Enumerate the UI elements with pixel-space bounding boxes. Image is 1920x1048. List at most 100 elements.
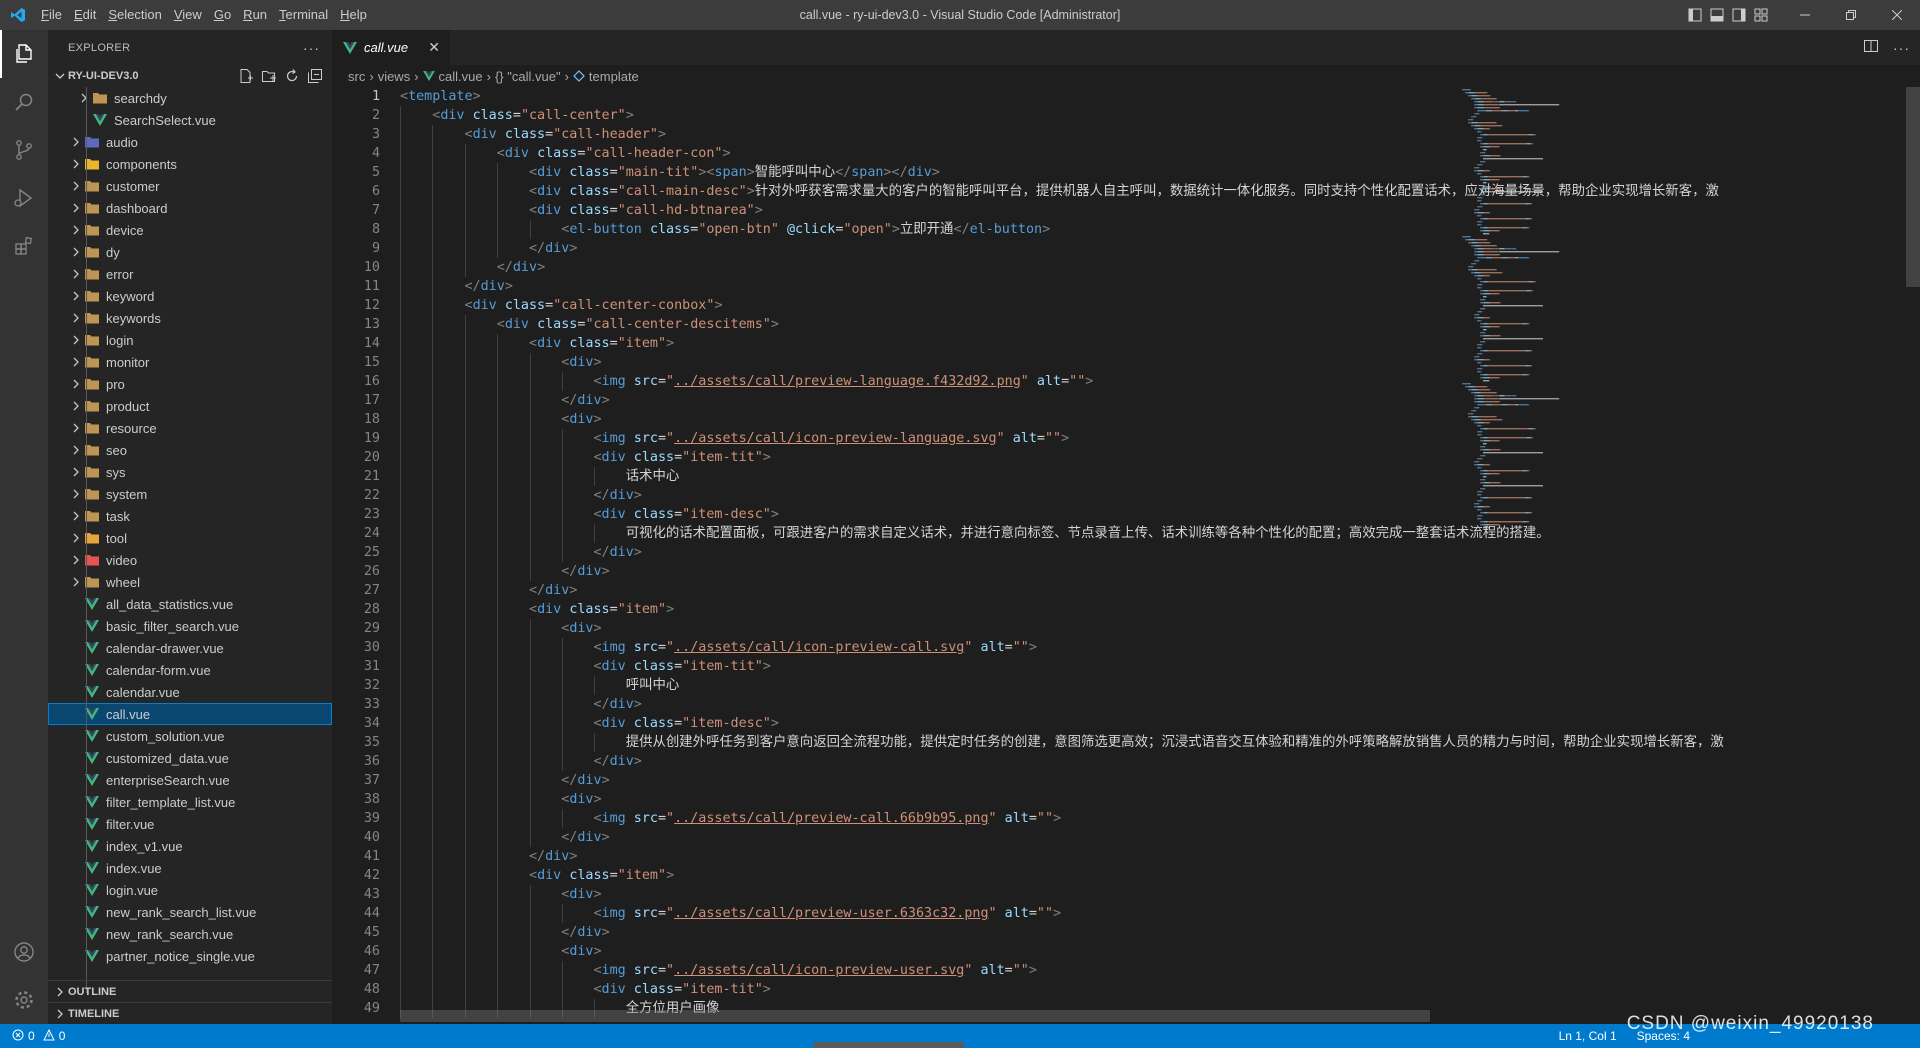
accounts-icon[interactable] — [0, 928, 48, 976]
file-item[interactable]: filter_template_list.vue — [48, 791, 332, 813]
restore-button[interactable] — [1828, 0, 1874, 30]
file-item[interactable]: basic_filter_search.vue — [48, 615, 332, 637]
file-item[interactable]: enterpriseSearch.vue — [48, 769, 332, 791]
folder-item[interactable]: monitor — [48, 351, 332, 373]
folder-item[interactable]: dy — [48, 241, 332, 263]
outline-section-header[interactable]: OUTLINE — [48, 980, 332, 1002]
file-item[interactable]: filter.vue — [48, 813, 332, 835]
file-item[interactable]: SearchSelect.vue — [48, 109, 332, 131]
breadcrumb-item[interactable]: template — [573, 69, 639, 84]
menu-help[interactable]: Help — [334, 0, 373, 30]
explorer-icon[interactable] — [0, 30, 48, 78]
vertical-scrollbar[interactable] — [1906, 87, 1920, 1024]
minimap-token — [1488, 497, 1489, 499]
file-item[interactable]: login.vue — [48, 879, 332, 901]
minimap-token — [1483, 524, 1485, 526]
indent-guide — [464, 353, 466, 372]
menu-terminal[interactable]: Terminal — [273, 0, 334, 30]
minimap-token — [1471, 263, 1473, 265]
folder-item[interactable]: audio — [48, 131, 332, 153]
toggle-panel-icon[interactable] — [1706, 0, 1728, 30]
folder-item[interactable]: sys — [48, 461, 332, 483]
folder-item[interactable]: task — [48, 505, 332, 527]
new-folder-icon[interactable] — [260, 67, 278, 85]
folder-item[interactable]: seo — [48, 439, 332, 461]
minimize-button[interactable] — [1782, 0, 1828, 30]
folder-item[interactable]: product — [48, 395, 332, 417]
folder-item[interactable]: login — [48, 329, 332, 351]
toggle-secondary-sidebar-icon[interactable] — [1728, 0, 1750, 30]
minimap[interactable] — [1462, 87, 1577, 547]
menu-file[interactable]: File — [35, 0, 68, 30]
file-item[interactable]: custom_solution.vue — [48, 725, 332, 747]
breadcrumb-item[interactable]: src — [348, 69, 365, 84]
file-item[interactable]: all_data_statistics.vue — [48, 593, 332, 615]
folder-item[interactable]: video — [48, 549, 332, 571]
breadcrumb-item[interactable]: {} "call.vue" — [495, 69, 561, 84]
folder-item[interactable]: device — [48, 219, 332, 241]
indent-guide — [529, 980, 531, 999]
folder-item[interactable]: wheel — [48, 571, 332, 593]
folder-item[interactable]: keyword — [48, 285, 332, 307]
file-item[interactable]: new_rank_search.vue — [48, 923, 332, 945]
run-debug-icon[interactable] — [0, 174, 48, 222]
folder-item[interactable]: pro — [48, 373, 332, 395]
file-item[interactable]: calendar-form.vue — [48, 659, 332, 681]
file-item[interactable]: calendar.vue — [48, 681, 332, 703]
close-tab-icon[interactable]: ✕ — [428, 39, 440, 56]
minimap-token — [1474, 386, 1487, 388]
minimap-token — [1477, 215, 1478, 217]
folder-item[interactable]: resource — [48, 417, 332, 439]
menu-go[interactable]: Go — [208, 0, 237, 30]
split-editor-icon[interactable] — [1863, 38, 1879, 57]
new-file-icon[interactable] — [237, 67, 255, 85]
timeline-section-header[interactable]: TIMELINE — [48, 1002, 332, 1024]
file-item[interactable]: new_rank_search_list.vue — [48, 901, 332, 923]
search-icon[interactable] — [0, 78, 48, 126]
refresh-icon[interactable] — [283, 67, 301, 85]
code-token: </ — [593, 545, 610, 560]
toggle-sidebar-icon[interactable] — [1684, 0, 1706, 30]
folder-item[interactable]: error — [48, 263, 332, 285]
breadcrumb-item[interactable]: call.vue — [422, 69, 483, 84]
folder-item[interactable]: searchdy — [48, 87, 332, 109]
settings-gear-icon[interactable] — [0, 976, 48, 1024]
folder-item[interactable]: components — [48, 153, 332, 175]
breadcrumb-item[interactable]: views — [378, 69, 411, 84]
file-item[interactable]: index_v1.vue — [48, 835, 332, 857]
minimap-token — [1489, 290, 1525, 292]
file-item[interactable]: partner_notice_single.vue — [48, 945, 332, 967]
explorer-more-button[interactable]: ··· — [303, 40, 320, 56]
folder-item[interactable]: keywords — [48, 307, 332, 329]
folder-item[interactable]: system — [48, 483, 332, 505]
project-section-header[interactable]: RY-UI-DEV3.0 — [48, 65, 332, 87]
customize-layout-icon[interactable] — [1750, 0, 1772, 30]
code-token: div — [537, 165, 562, 180]
minimap-token — [1477, 518, 1478, 520]
tab-call-vue[interactable]: call.vue ✕ — [332, 30, 450, 65]
minimap-token — [1496, 392, 1498, 394]
file-item[interactable]: calendar-drawer.vue — [48, 637, 332, 659]
source-control-icon[interactable] — [0, 126, 48, 174]
menu-selection[interactable]: Selection — [102, 0, 167, 30]
minimap-token — [1474, 407, 1476, 409]
vertical-scroll-thumb[interactable] — [1906, 87, 1920, 287]
horizontal-scrollbar[interactable] — [400, 1010, 1430, 1022]
folder-item[interactable]: tool — [48, 527, 332, 549]
indent-guide — [432, 733, 434, 752]
folder-item[interactable]: customer — [48, 175, 332, 197]
collapse-all-icon[interactable] — [306, 67, 324, 85]
indent-guide — [562, 372, 563, 391]
file-item[interactable]: call.vue — [48, 703, 332, 725]
problems-indicator[interactable]: 0 0 — [0, 1028, 65, 1044]
close-window-button[interactable] — [1874, 0, 1920, 30]
file-item[interactable]: index.vue — [48, 857, 332, 879]
menu-run[interactable]: Run — [237, 0, 273, 30]
cursor-position[interactable]: Ln 1, Col 1 — [1559, 1029, 1617, 1043]
file-item[interactable]: customized_data.vue — [48, 747, 332, 769]
folder-item[interactable]: dashboard — [48, 197, 332, 219]
extensions-icon[interactable] — [0, 222, 48, 270]
more-actions-icon[interactable]: ··· — [1893, 40, 1910, 56]
menu-edit[interactable]: Edit — [68, 0, 102, 30]
menu-view[interactable]: View — [168, 0, 208, 30]
